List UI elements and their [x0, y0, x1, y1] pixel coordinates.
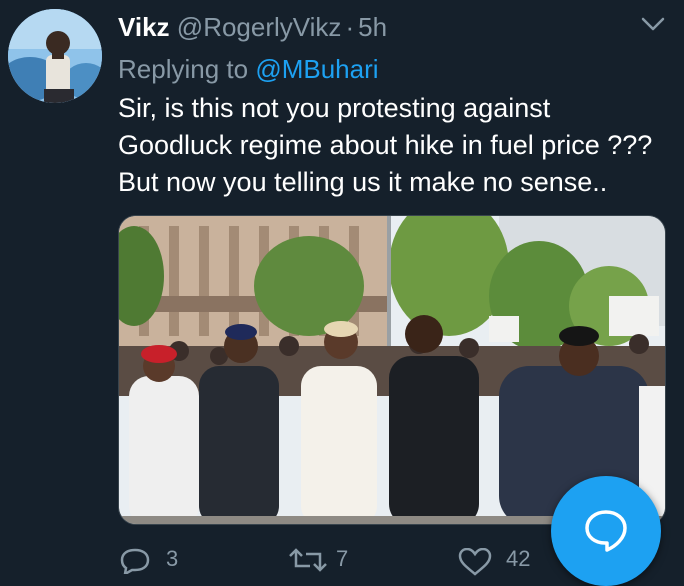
chevron-down-icon[interactable] — [640, 14, 666, 34]
tweet-photo[interactable] — [118, 215, 666, 525]
tweet-text: Sir, is this not you protesting against … — [118, 90, 678, 201]
heart-icon — [458, 548, 492, 576]
mention-link[interactable]: @MBuhari — [255, 54, 378, 84]
tweet-time[interactable]: 5h — [358, 12, 387, 42]
avatar[interactable] — [8, 9, 102, 103]
like-count: 42 — [506, 546, 531, 571]
tweet-text-line: Goodluck regime about hike in fuel price… — [118, 130, 653, 160]
replying-label: Replying to — [118, 54, 249, 84]
separator-dot: · — [345, 12, 355, 42]
reply-count: 3 — [166, 546, 179, 571]
replying-to-line: Replying to @MBuhari — [118, 52, 379, 86]
retweet-icon — [289, 548, 327, 572]
compose-message-button[interactable] — [551, 476, 661, 586]
author-handle[interactable]: @RogerlyVikz — [177, 12, 342, 42]
reply-icon — [120, 548, 150, 574]
compose-message-icon — [585, 510, 627, 552]
tweet-text-line: But now you telling us it make no sense.… — [118, 167, 608, 197]
retweet-count: 7 — [336, 546, 349, 571]
author-name[interactable]: Vikz — [118, 12, 170, 42]
tweet-header: Vikz @RogerlyVikz · 5h — [118, 10, 387, 44]
tweet-text-line: Sir, is this not you protesting against — [118, 93, 551, 123]
